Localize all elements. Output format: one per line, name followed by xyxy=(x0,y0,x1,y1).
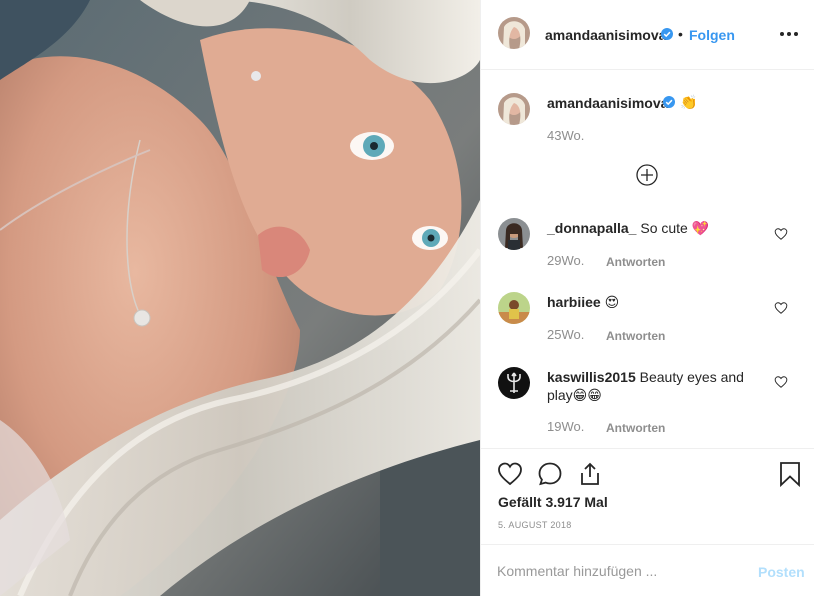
plus-circle-icon[interactable] xyxy=(636,164,658,186)
verified-badge-icon xyxy=(663,96,675,108)
comment-body: harbiiee 😍 xyxy=(547,293,757,311)
reply-button[interactable]: Antworten xyxy=(606,421,665,435)
share-icon[interactable] xyxy=(577,461,603,487)
comment-avatar[interactable] xyxy=(498,367,530,399)
comment-username[interactable]: harbiiee xyxy=(547,294,601,310)
follow-button[interactable]: Folgen xyxy=(689,27,735,43)
author-avatar[interactable] xyxy=(498,17,530,49)
reply-button[interactable]: Antworten xyxy=(606,255,665,269)
like-comment-heart-icon[interactable] xyxy=(774,301,788,315)
post-date[interactable]: 5. AUGUST 2018 xyxy=(498,520,572,530)
caption-author-avatar[interactable] xyxy=(498,93,530,125)
verified-badge-icon xyxy=(661,28,673,40)
caption-emoji: 👏 xyxy=(680,94,698,110)
comment-body: _donnapalla_ So cute 💖 xyxy=(547,219,757,237)
reply-button[interactable]: Antworten xyxy=(606,329,665,343)
avatar-image xyxy=(498,93,530,125)
post-photo[interactable] xyxy=(0,0,480,596)
more-options-icon[interactable] xyxy=(780,24,802,44)
post-side-panel: amandaanisimova • Folgen amandaanisimova… xyxy=(480,0,814,596)
comment-time[interactable]: 29Wo. xyxy=(547,253,584,268)
comment-text: 😍 xyxy=(604,294,620,310)
like-comment-heart-icon[interactable] xyxy=(774,227,788,241)
comment-text: So cute 💖 xyxy=(640,220,710,236)
bookmark-icon[interactable] xyxy=(777,461,803,487)
comment-body: kaswillis2015 Beauty eyes and play😁😁 xyxy=(547,368,757,404)
comment-bubble-icon[interactable] xyxy=(537,461,563,487)
comment-avatar[interactable] xyxy=(498,292,530,324)
like-heart-icon[interactable] xyxy=(497,461,523,487)
comment-input[interactable] xyxy=(497,563,747,579)
comment-username[interactable]: _donnapalla_ xyxy=(547,220,636,236)
caption-username[interactable]: amandaanisimova xyxy=(547,95,668,111)
caption-time[interactable]: 43Wo. xyxy=(547,128,584,143)
post-comment-button[interactable]: Posten xyxy=(758,564,805,580)
add-comment-bar: Posten xyxy=(481,544,814,596)
avatar-image xyxy=(498,367,530,399)
avatar-image xyxy=(498,292,530,324)
avatar-image xyxy=(498,218,530,250)
selfie-photo-image xyxy=(0,0,480,596)
separator-dot: • xyxy=(678,26,683,42)
comment-username[interactable]: kaswillis2015 xyxy=(547,369,636,385)
like-comment-heart-icon[interactable] xyxy=(774,375,788,389)
post-header: amandaanisimova • Folgen xyxy=(481,0,814,70)
comment-time[interactable]: 25Wo. xyxy=(547,327,584,342)
comment-time[interactable]: 19Wo. xyxy=(547,419,584,434)
likes-count[interactable]: Gefällt 3.917 Mal xyxy=(498,494,608,510)
avatar-image xyxy=(498,17,530,49)
comment-avatar[interactable] xyxy=(498,218,530,250)
author-username[interactable]: amandaanisimova xyxy=(545,27,666,43)
